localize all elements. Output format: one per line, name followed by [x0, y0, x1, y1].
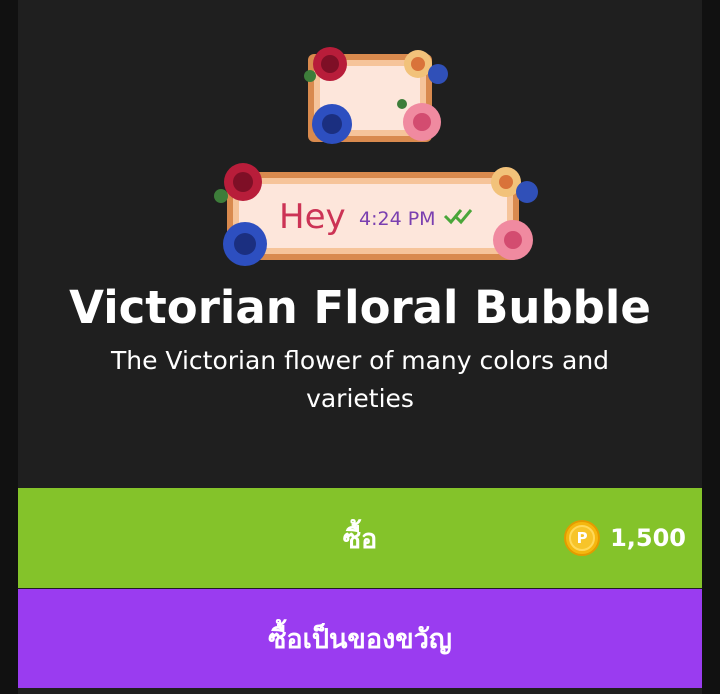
item-title: Victorian Floral Bubble	[69, 281, 651, 334]
coin-icon: P	[564, 520, 601, 556]
bubble-preview: Hey 4:24 PM	[18, 0, 702, 280]
item-description: The Victorian flower of many colors and …	[110, 346, 610, 413]
buy-button[interactable]: ซื้อ P 1,500	[18, 488, 702, 588]
gift-button-label: ซื้อเป็นของขวัญ	[268, 624, 452, 655]
price-tag: P 1,500	[564, 518, 686, 558]
price-value: 1,500	[610, 524, 686, 552]
sample-message: Hey	[279, 197, 346, 237]
sticker-detail-panel: Hey 4:24 PM Victorian Floral Bubble The …	[18, 0, 702, 694]
bubble-preview-large: Hey 4:24 PM	[214, 163, 538, 266]
coin-symbol: P	[569, 525, 596, 551]
buy-as-gift-button[interactable]: ซื้อเป็นของขวัญ	[18, 589, 702, 688]
sample-time: 4:24 PM	[359, 208, 436, 230]
bubble-preview-small	[304, 47, 448, 144]
